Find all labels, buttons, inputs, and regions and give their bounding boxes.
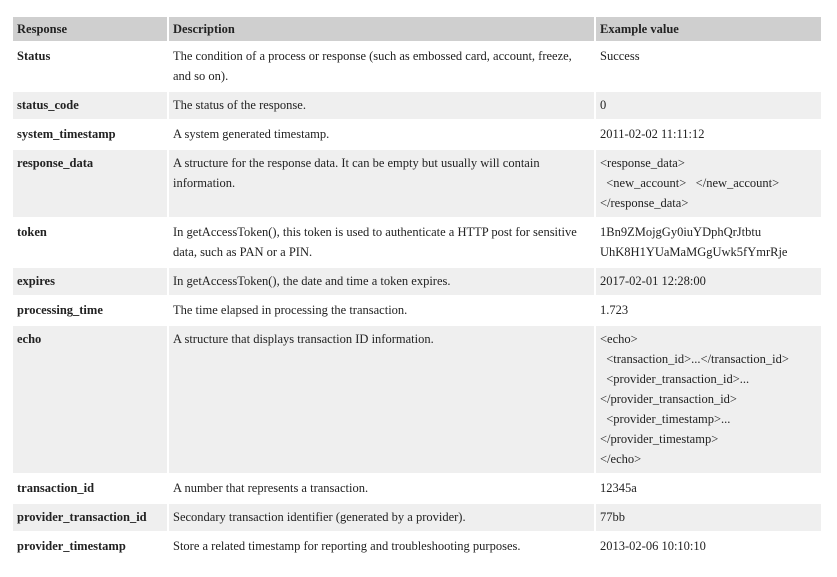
response-name: provider_transaction_id xyxy=(13,504,167,531)
table-row: system_timestamp A system generated time… xyxy=(13,121,821,148)
response-name: response_data xyxy=(13,150,167,217)
response-name: system_timestamp xyxy=(13,121,167,148)
response-example: Success xyxy=(596,43,821,90)
response-example: 2017-02-01 12:28:00 xyxy=(596,268,821,295)
response-description: A system generated timestamp. xyxy=(169,121,594,148)
response-name: provider_timestamp xyxy=(13,533,167,560)
table-row: token In getAccessToken(), this token is… xyxy=(13,219,821,266)
table-header-row: Response Description Example value xyxy=(13,17,821,41)
response-example: 77bb xyxy=(596,504,821,531)
response-description: A structure that displays transaction ID… xyxy=(169,326,594,473)
response-example: 1Bn9ZMojgGy0iuYDphQrJtbtu UhK8H1YUaMaMGg… xyxy=(596,219,821,266)
response-name: status_code xyxy=(13,92,167,119)
table-row: status_code The status of the response. … xyxy=(13,92,821,119)
response-example: 2013-02-06 10:10:10 xyxy=(596,533,821,560)
table-row: provider_transaction_id Secondary transa… xyxy=(13,504,821,531)
response-example: <response_data> <new_account> </new_acco… xyxy=(596,150,821,217)
response-description: Secondary transaction identifier (genera… xyxy=(169,504,594,531)
response-name: transaction_id xyxy=(13,475,167,502)
response-example: 2011-02-02 11:11:12 xyxy=(596,121,821,148)
response-name: token xyxy=(13,219,167,266)
response-table: Response Description Example value Statu… xyxy=(11,15,823,562)
table-row: echo A structure that displays transacti… xyxy=(13,326,821,473)
table-row: Status The condition of a process or res… xyxy=(13,43,821,90)
response-name: expires xyxy=(13,268,167,295)
response-description: The condition of a process or response (… xyxy=(169,43,594,90)
response-description: Store a related timestamp for reporting … xyxy=(169,533,594,560)
response-table-container: Response Description Example value Statu… xyxy=(13,17,821,562)
table-row: processing_time The time elapsed in proc… xyxy=(13,297,821,324)
header-example-value: Example value xyxy=(596,17,821,41)
response-description: In getAccessToken(), the date and time a… xyxy=(169,268,594,295)
response-description: The time elapsed in processing the trans… xyxy=(169,297,594,324)
response-example: 12345a xyxy=(596,475,821,502)
response-description: A number that represents a transaction. xyxy=(169,475,594,502)
response-example: 1.723 xyxy=(596,297,821,324)
response-example: 0 xyxy=(596,92,821,119)
response-description: A structure for the response data. It ca… xyxy=(169,150,594,217)
table-row: provider_timestamp Store a related times… xyxy=(13,533,821,560)
header-description: Description xyxy=(169,17,594,41)
table-row: response_data A structure for the respon… xyxy=(13,150,821,217)
response-description: The status of the response. xyxy=(169,92,594,119)
response-example: <echo> <transaction_id>...</transaction_… xyxy=(596,326,821,473)
response-name: Status xyxy=(13,43,167,90)
response-name: processing_time xyxy=(13,297,167,324)
header-response: Response xyxy=(13,17,167,41)
table-row: transaction_id A number that represents … xyxy=(13,475,821,502)
response-description: In getAccessToken(), this token is used … xyxy=(169,219,594,266)
table-row: expires In getAccessToken(), the date an… xyxy=(13,268,821,295)
response-name: echo xyxy=(13,326,167,473)
